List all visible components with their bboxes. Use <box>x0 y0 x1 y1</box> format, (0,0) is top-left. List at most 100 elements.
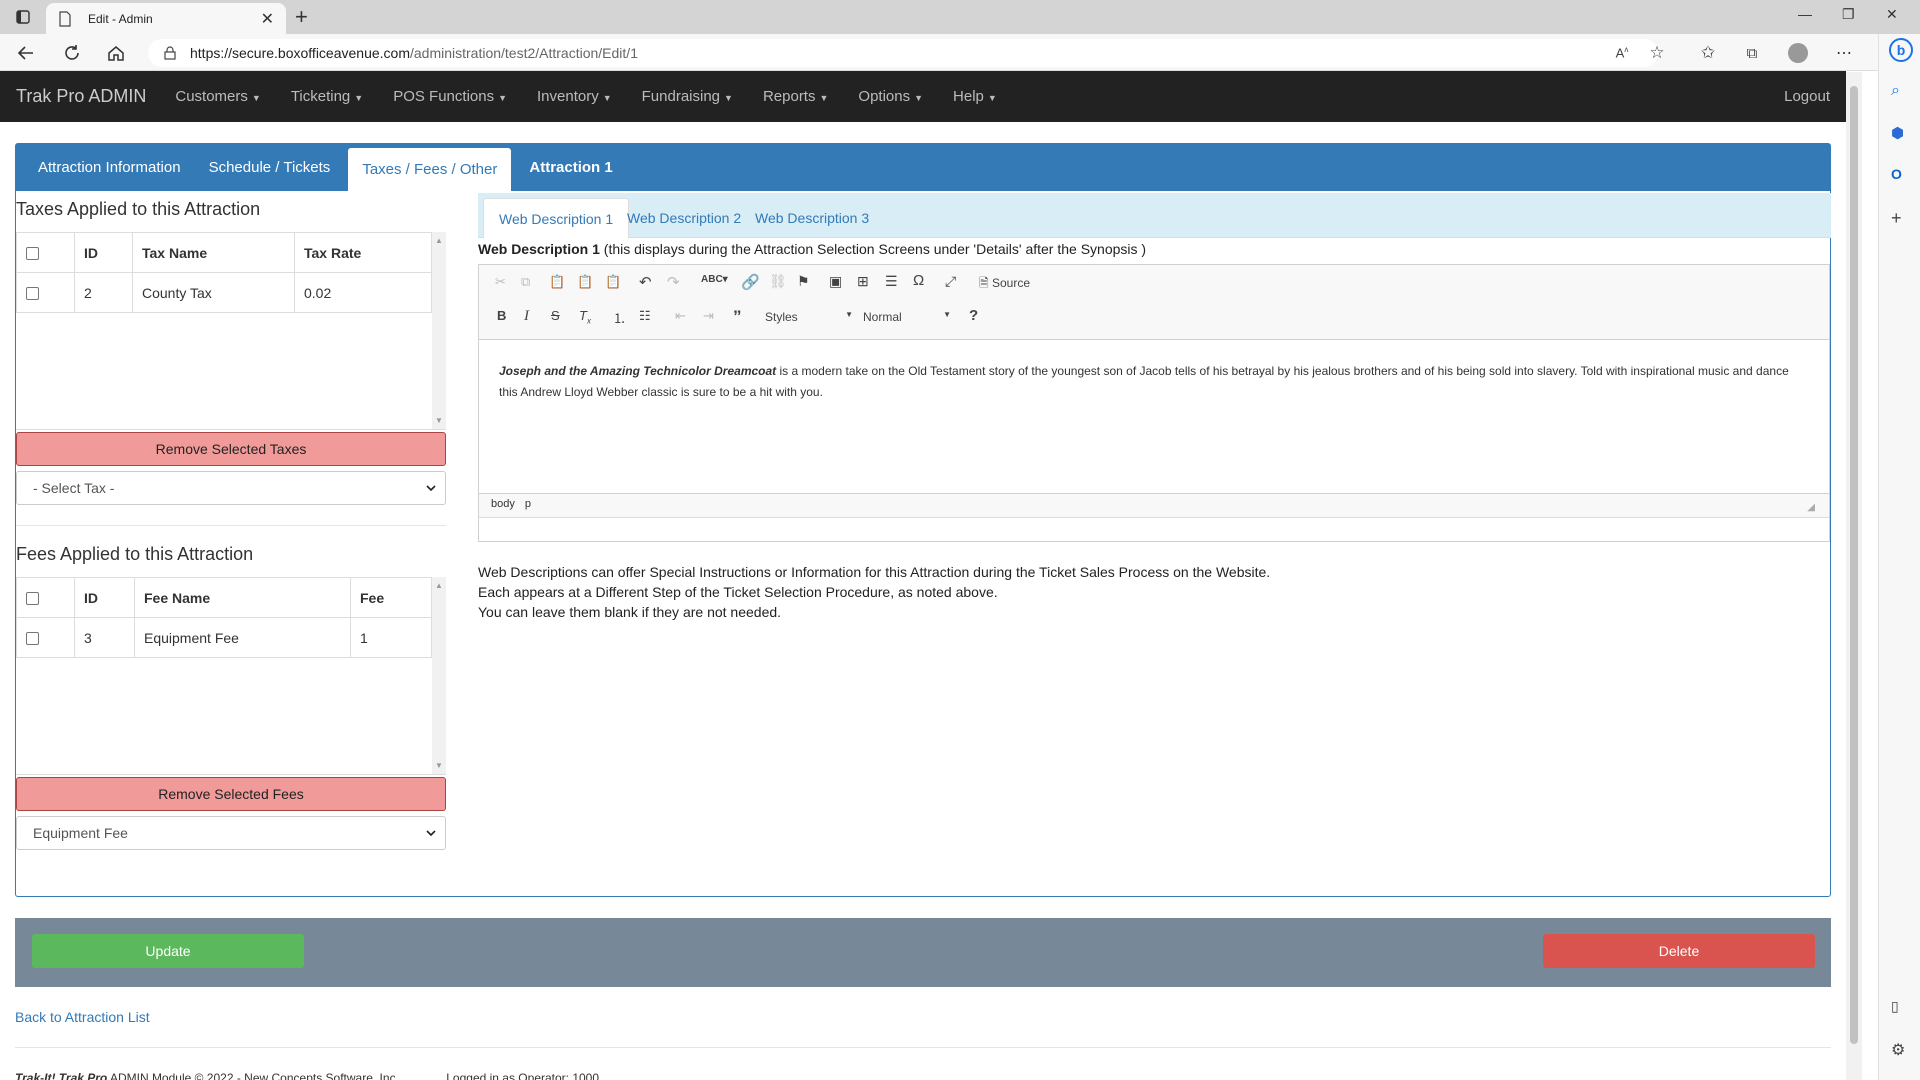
bing-icon[interactable]: b <box>1889 38 1913 62</box>
help-line: Each appears at a Different Step of the … <box>478 584 998 600</box>
tab-schedule-tickets[interactable]: Schedule / Tickets <box>195 144 345 191</box>
select-fee-dropdown[interactable]: Equipment Fee <box>16 816 446 850</box>
chevron-down-icon <box>426 485 436 492</box>
maximize-icon[interactable]: ⤢ <box>945 273 956 290</box>
taxes-scrollbar[interactable]: ▲ ▼ <box>432 232 446 429</box>
back-icon[interactable] <box>14 41 38 65</box>
path-p[interactable]: p <box>525 498 531 510</box>
search-icon[interactable]: ⌕ <box>1891 82 1900 100</box>
italic-icon[interactable]: I <box>524 308 529 325</box>
horizontal-rule-icon[interactable]: ☰ <box>885 273 898 290</box>
new-tab-icon[interactable]: + <box>295 4 308 30</box>
fees-scrollbar[interactable]: ▲ ▼ <box>432 577 446 774</box>
favorite-add-icon[interactable]: ☆ <box>1645 41 1669 65</box>
select-all-taxes-checkbox[interactable] <box>26 247 39 261</box>
scroll-up-icon[interactable]: ▲ <box>435 236 443 245</box>
indent-icon[interactable]: ⇥ <box>703 308 714 324</box>
remove-selected-fees-button[interactable]: Remove Selected Fees <box>16 777 446 811</box>
browser-tab-active[interactable]: Edit - Admin ✕ <box>46 3 286 34</box>
restore-icon[interactable]: ❐ <box>1842 6 1855 23</box>
logout-link[interactable]: Logout <box>1784 88 1830 105</box>
tab-web-description-2[interactable]: Web Description 2 <box>612 198 756 238</box>
scroll-down-icon[interactable]: ▼ <box>435 761 443 770</box>
anchor-flag-icon[interactable]: ⚑ <box>797 273 810 290</box>
spellcheck-icon[interactable]: ABC▾ <box>701 274 728 285</box>
styles-dropdown[interactable]: Styles ▼ <box>765 310 853 324</box>
column-header: Tax Name <box>132 232 295 273</box>
fee-name: Equipment Fee <box>134 617 351 658</box>
collections-icon[interactable]: ⧉ <box>1740 41 1764 65</box>
home-icon[interactable] <box>104 41 128 65</box>
menu-ticketing[interactable]: Ticketing ▼ <box>276 88 378 105</box>
action-bar: Update Delete <box>15 918 1831 987</box>
back-to-attraction-list-link[interactable]: Back to Attraction List <box>15 1009 150 1025</box>
menu-pos-functions[interactable]: POS Functions ▼ <box>378 88 522 105</box>
sidebar-toggle-icon[interactable]: ▯ <box>1891 998 1899 1015</box>
unlink-icon[interactable]: ⛓ <box>769 273 787 290</box>
minimize-icon[interactable]: — <box>1798 6 1812 22</box>
remove-selected-taxes-button[interactable]: Remove Selected Taxes <box>16 432 446 466</box>
numbered-list-icon[interactable]: ⒈ <box>613 308 626 327</box>
source-button[interactable]: 🗎 Source <box>979 274 1030 295</box>
page-scrollbar-thumb[interactable] <box>1850 86 1858 1044</box>
menu-options[interactable]: Options ▼ <box>843 88 938 105</box>
app-brand[interactable]: Trak Pro ADMIN <box>16 86 146 107</box>
blockquote-icon[interactable]: ” <box>733 307 742 327</box>
delete-button[interactable]: Delete <box>1543 934 1815 968</box>
close-window-icon[interactable]: ✕ <box>1886 6 1898 23</box>
select-tax-dropdown[interactable]: - Select Tax - <box>16 471 446 505</box>
source-label: Source <box>992 276 1031 290</box>
tab-actions-icon[interactable] <box>12 6 34 28</box>
bold-icon[interactable]: B <box>497 308 506 323</box>
help-question-icon[interactable]: ? <box>969 307 978 324</box>
undo-icon[interactable]: ↶ <box>639 273 652 291</box>
update-button[interactable]: Update <box>32 934 304 968</box>
select-all-fees-checkbox[interactable] <box>26 592 39 606</box>
read-aloud-icon[interactable]: Aʌ <box>1610 41 1634 65</box>
row-checkbox[interactable] <box>26 287 39 301</box>
image-icon[interactable]: ▣ <box>829 273 842 290</box>
cut-icon[interactable]: ✂ <box>495 274 506 290</box>
add-sidebar-icon[interactable]: + <box>1891 208 1902 229</box>
outlook-icon[interactable]: O <box>1891 166 1902 182</box>
refresh-icon[interactable] <box>60 41 84 65</box>
redo-icon[interactable]: ↷ <box>667 273 680 291</box>
menu-help[interactable]: Help ▼ <box>938 88 1012 105</box>
menu-inventory[interactable]: Inventory ▼ <box>522 88 627 105</box>
close-tab-icon[interactable]: ✕ <box>261 9 274 29</box>
bulleted-list-icon[interactable]: ☷ <box>639 308 651 324</box>
paste-word-icon[interactable]: 📋 <box>605 274 621 290</box>
link-icon[interactable]: 🔗 <box>741 273 760 291</box>
page-scrollbar[interactable] <box>1846 72 1862 1080</box>
url-input[interactable]: https://secure.boxofficeavenue.com/admin… <box>148 39 1658 67</box>
menu-reports[interactable]: Reports ▼ <box>748 88 843 105</box>
remove-format-icon[interactable]: Tx <box>579 308 591 326</box>
row-checkbox[interactable] <box>26 632 39 646</box>
taxes-heading: Taxes Applied to this Attraction <box>16 199 261 219</box>
resize-handle-icon[interactable]: ◢ <box>1807 502 1815 513</box>
editor-content[interactable]: Joseph and the Amazing Technicolor Dream… <box>479 341 1829 465</box>
paste-icon[interactable]: 📋 <box>549 274 565 290</box>
tab-web-description-1[interactable]: Web Description 1 <box>483 198 630 238</box>
paste-text-icon[interactable]: 📋 <box>577 274 593 290</box>
tab-web-description-3[interactable]: Web Description 3 <box>740 198 884 238</box>
scroll-down-icon[interactable]: ▼ <box>435 416 443 425</box>
scroll-up-icon[interactable]: ▲ <box>435 581 443 590</box>
special-char-icon[interactable]: Ω <box>913 272 924 289</box>
path-body[interactable]: body <box>491 498 515 510</box>
profile-avatar[interactable] <box>1786 41 1810 65</box>
tools-icon[interactable]: ⬢ <box>1891 124 1904 142</box>
copy-icon[interactable]: ⧉ <box>521 274 530 290</box>
menu-customers[interactable]: Customers ▼ <box>160 88 275 105</box>
tab-attraction-information[interactable]: Attraction Information <box>24 144 195 191</box>
caption-title: Web Description 1 <box>478 241 600 257</box>
format-dropdown[interactable]: Normal ▼ <box>863 310 951 324</box>
table-icon[interactable]: ⊞ <box>857 273 869 290</box>
menu-fundraising[interactable]: Fundraising ▼ <box>627 88 748 105</box>
strikethrough-icon[interactable]: S <box>551 308 560 323</box>
favorites-icon[interactable]: ✩ <box>1696 41 1720 65</box>
tab-taxes-fees-other[interactable]: Taxes / Fees / Other <box>348 148 512 191</box>
outdent-icon[interactable]: ⇤ <box>675 308 686 324</box>
more-options-icon[interactable]: ⋯ <box>1832 41 1856 65</box>
settings-gear-icon[interactable]: ⚙ <box>1891 1040 1905 1060</box>
